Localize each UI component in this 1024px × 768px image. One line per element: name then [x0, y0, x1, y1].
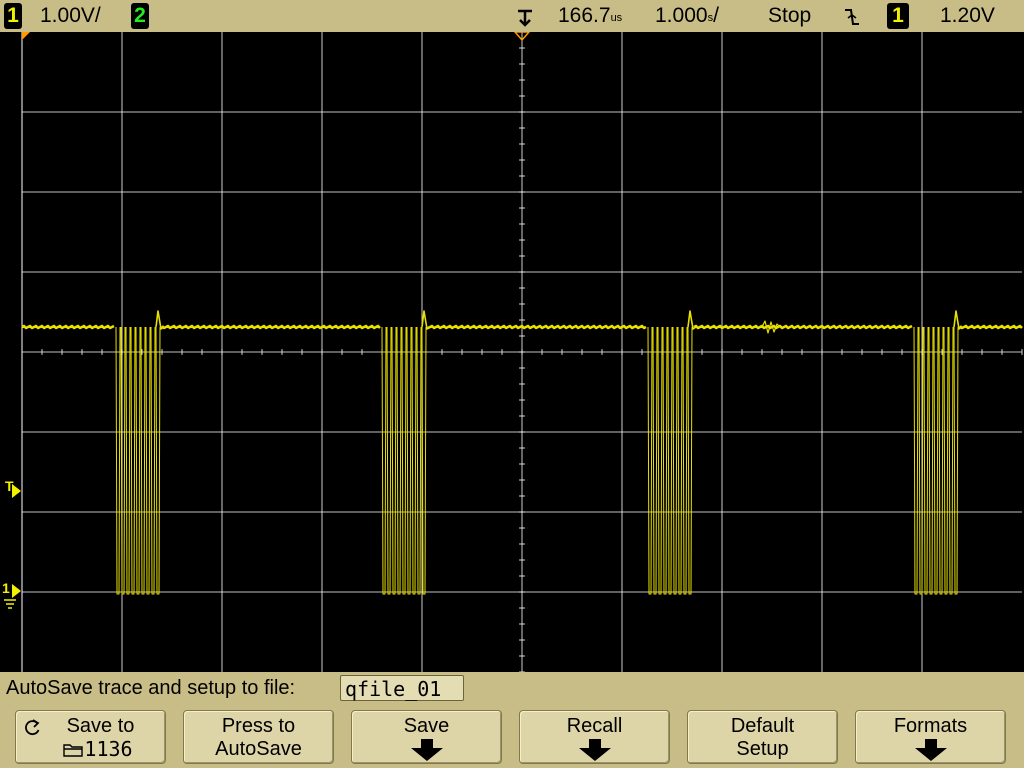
press-to-autosave-button[interactable]: Press to AutoSave	[183, 710, 334, 764]
refresh-icon	[25, 719, 40, 736]
time-scale: 1.000s/	[655, 4, 719, 27]
waveform-display[interactable]: T 1	[0, 32, 1024, 672]
trigger-level: 1.20V	[940, 4, 995, 27]
save-to-folder: 1136	[16, 738, 165, 762]
autosave-label: AutoSave trace and setup to file:	[6, 677, 296, 699]
autosave-bar: AutoSave trace and setup to file: qfile_…	[0, 672, 1024, 706]
channel1-badge[interactable]: 1	[4, 3, 22, 29]
channel1-ground-marker: 1	[2, 580, 10, 596]
time-delay: 166.7us	[558, 4, 623, 27]
channel1-scale: 1.00V/	[40, 4, 101, 27]
run-state: Stop	[768, 4, 812, 27]
file-name-field[interactable]: qfile_01	[340, 675, 464, 701]
down-arrow-icon	[578, 739, 611, 761]
default-setup-button[interactable]: Default Setup	[687, 710, 838, 764]
down-arrow-icon	[914, 739, 947, 761]
trigger-position-icon	[518, 9, 532, 27]
trace-high-segment	[959, 324, 1023, 330]
falling-edge-icon	[845, 9, 859, 25]
softkey-bar: Save to 1136 Press to AutoSave Save Reca…	[0, 706, 1024, 768]
channel2-badge[interactable]: 2	[131, 3, 149, 29]
trace-high-segment	[427, 324, 647, 330]
status-bar: 1 1.00V/ 2 166.7us 1.000s/ Stop 1 1.20V	[0, 0, 1024, 32]
formats-button[interactable]: Formats	[855, 710, 1006, 764]
folder-icon	[63, 744, 84, 757]
recall-button[interactable]: Recall	[519, 710, 670, 764]
save-button[interactable]: Save	[351, 710, 502, 764]
trigger-source-badge[interactable]: 1	[887, 3, 909, 29]
down-arrow-icon	[410, 739, 443, 761]
trace-high-segment	[161, 324, 381, 330]
trace-high-segment	[693, 324, 913, 330]
save-to-button[interactable]: Save to 1136	[15, 710, 166, 764]
